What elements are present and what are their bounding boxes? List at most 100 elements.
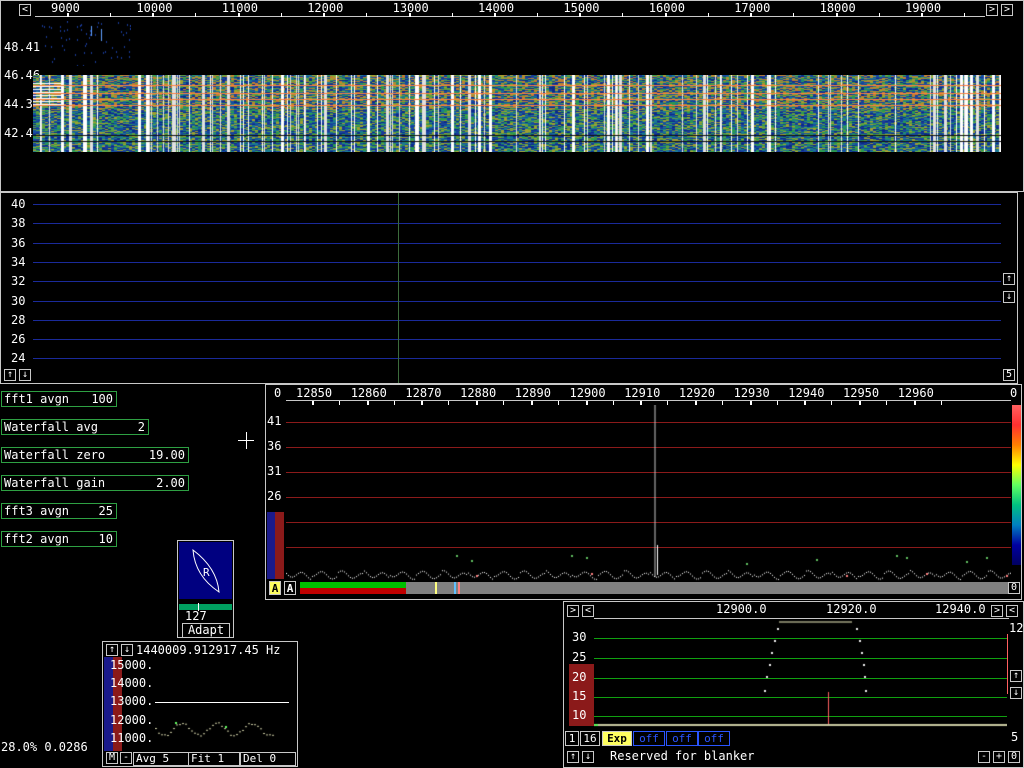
freq-down-button[interactable]: ↓: [121, 644, 133, 656]
baseband-panel: > < > < 12900.0 12920.0 12940.0 12 30 25 20 1…: [563, 601, 1024, 768]
zoom-freq-label: 12870: [405, 386, 442, 400]
waterfall-left-arrow[interactable]: <: [19, 4, 31, 16]
freq-m-button[interactable]: M: [106, 752, 118, 764]
waterfall-freq-label: 10000: [136, 1, 173, 15]
zoom-freq-label: 12910: [624, 386, 661, 400]
zoom-freq-label: 12920: [678, 386, 716, 400]
baseband-off-button-1[interactable]: off: [633, 731, 665, 746]
waterfall-right-arrow[interactable]: >: [986, 4, 998, 16]
spectrum-y-label: 38: [11, 216, 26, 231]
waterfall-panel: < > > 9000 10000 11000 12000 13000 14000 15000…: [0, 0, 1024, 192]
waterfall-freq-label: 12000: [307, 1, 344, 15]
param-fft3-avgn[interactable]: fft3 avgn 25: [1, 503, 117, 519]
waterfall-freq-tick: [921, 13, 923, 17]
waterfall-freq-tick: [494, 13, 496, 17]
spectrum-y-label: 26: [11, 332, 26, 347]
spectrum-y-label: 30: [11, 293, 26, 308]
zoom-a-button-1[interactable]: A: [269, 581, 281, 595]
zoom-freq-label: 12940: [788, 386, 825, 400]
zoom-y-label: 31: [267, 464, 282, 478]
zoom-freq-label: 12950: [843, 386, 880, 400]
waterfall-freq-label: 15000: [563, 1, 600, 15]
baseband-down-button[interactable]: ↓: [1010, 687, 1022, 699]
freq-fit-button[interactable]: Fit 1: [188, 752, 240, 766]
waterfall-freq-subtick: [366, 13, 368, 17]
zoom-freq-axis: [286, 400, 1011, 401]
baseband-off-button-2[interactable]: off: [666, 731, 698, 746]
waterfall-y-label: 48.41: [4, 40, 41, 54]
baseband-bottom-up-button[interactable]: ↑: [567, 751, 579, 763]
baseband-right-arrow-2[interactable]: >: [991, 605, 1003, 617]
baseband-up-button[interactable]: ↑: [1010, 670, 1022, 682]
zoom-freq-label: 12880: [460, 386, 497, 400]
main-spectrum-marker: [398, 193, 399, 383]
param-fft1-avgn[interactable]: fft1 avgn 100: [1, 391, 117, 407]
freq-history-trace: [155, 714, 289, 750]
waterfall-freq-axis: [35, 16, 985, 17]
waterfall-freq-subtick: [622, 13, 624, 17]
waterfall-freq-label: 16000: [648, 1, 685, 15]
baseband-plus-button[interactable]: +: [993, 751, 1005, 763]
baseband-minus-button[interactable]: -: [978, 751, 990, 763]
waterfall-freq-tick: [664, 13, 667, 17]
param-waterfall-avg[interactable]: Waterfall avg 2: [1, 419, 149, 435]
param-value: 10: [98, 532, 113, 546]
spectrum-y-label: 32: [11, 274, 26, 289]
baseband-freq-label: 12920.0: [826, 602, 877, 616]
freq-del-button[interactable]: Del 0: [240, 752, 296, 766]
waterfall-freq-tick: [67, 13, 69, 17]
param-value: 25: [98, 504, 113, 518]
waterfall-freq-label: 13000: [392, 1, 429, 15]
spectrum-right-up-button[interactable]: ↑: [1003, 273, 1015, 285]
waterfall-freq-label: 9000: [51, 1, 80, 15]
status-text: 28.0% 0.0286: [1, 740, 88, 754]
param-value: 100: [91, 392, 113, 406]
param-waterfall-zero[interactable]: Waterfall zero 19.00: [1, 447, 189, 463]
baseband-off-button-3[interactable]: off: [698, 731, 730, 746]
spectrum-y-label: 36: [11, 235, 26, 250]
waterfall-freq-label: 19000: [905, 1, 942, 15]
waterfall-right-arrow-2[interactable]: >: [1001, 4, 1013, 16]
spectrum-down-button[interactable]: ↓: [19, 369, 31, 381]
spectrum-grid-line: [33, 319, 1001, 321]
zoom-freq-label: 12890: [514, 386, 551, 400]
baseband-left-arrow[interactable]: <: [582, 605, 594, 617]
zoom-spectrum-trace[interactable]: [286, 405, 1011, 581]
waterfall-display[interactable]: [33, 75, 1001, 152]
zoom-bottom-right-button[interactable]: 0: [1008, 582, 1020, 594]
baseband-red-marker: [1007, 634, 1008, 694]
polarization-display[interactable]: R: [179, 542, 232, 599]
param-fft2-avgn[interactable]: fft2 avgn 10: [1, 531, 117, 547]
param-waterfall-gain[interactable]: Waterfall gain 2.00: [1, 475, 189, 491]
adapt-button[interactable]: Adapt: [182, 623, 230, 638]
param-value: 2: [137, 420, 145, 434]
spectrum-up-button[interactable]: ↑: [4, 369, 16, 381]
waterfall-freq-subtick: [964, 13, 965, 17]
spectrum-grid-line: [33, 261, 1001, 263]
zoom-level-track[interactable]: [300, 582, 1008, 594]
freq-avg-button[interactable]: Avg 5: [133, 752, 189, 766]
spectrum-right-down-button[interactable]: ↓: [1003, 291, 1015, 303]
zoom-level-red: [300, 588, 406, 594]
baseband-spectrum-trace[interactable]: [594, 620, 1007, 728]
polarization-ellipse-icon: R: [192, 548, 220, 593]
baseband-freq-label: 12940.0: [935, 602, 986, 616]
zoom-y-label: 26: [267, 489, 282, 503]
spectrum-y-label: 40: [11, 197, 26, 211]
baseband-exp-button[interactable]: Exp: [602, 731, 632, 746]
param-label: Waterfall avg: [4, 420, 98, 434]
freq-minus-button[interactable]: -: [120, 752, 132, 764]
spectrum-grid-line: [33, 358, 1001, 360]
baseband-ctrl-16[interactable]: 16: [580, 731, 600, 746]
spectrum-right-num[interactable]: 5: [1003, 369, 1015, 381]
waterfall-freq-subtick: [878, 13, 880, 17]
baseband-left-arrow-2[interactable]: <: [1006, 605, 1018, 617]
baseband-ctrl-1[interactable]: 1: [565, 731, 579, 746]
freq-up-button[interactable]: ↑: [106, 644, 118, 656]
baseband-bottom-down-button[interactable]: ↓: [582, 751, 594, 763]
baseband-right-arrow[interactable]: >: [567, 605, 579, 617]
baseband-zero-button[interactable]: 0: [1008, 751, 1020, 763]
main-spectrum-panel: 40 38 36 34 32 30 28 26 24 ↑ ↓ ↑ ↓ 5: [0, 192, 1018, 384]
zoom-a-button-2[interactable]: A: [284, 581, 296, 595]
spectrum-y-label: 28: [11, 312, 26, 327]
